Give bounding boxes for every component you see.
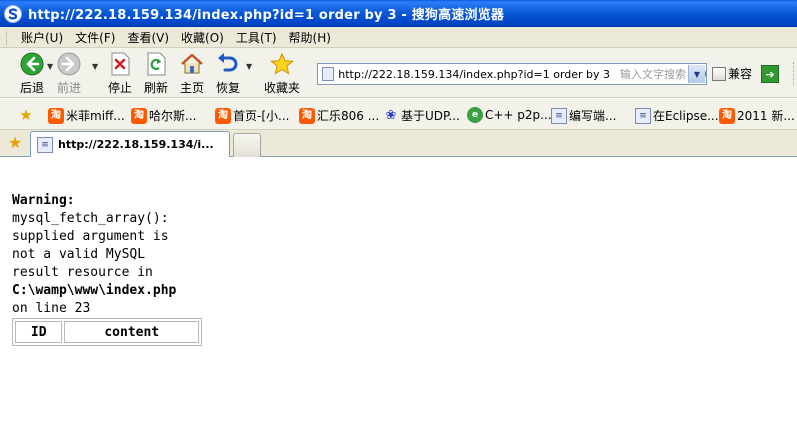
bookmark-item[interactable]: ≡ 在Eclipse... [635,107,719,124]
menu-account[interactable]: 账户(U) [15,29,69,46]
bookmark-item[interactable]: ≡ 编写端... [551,107,616,124]
page-content: Warning: mysql_fetch_array(): supplied a… [12,192,176,318]
toolbar-grip [793,62,795,86]
compat-icon [712,66,726,81]
home-button[interactable]: 主页 [180,52,204,96]
tab-title: http://222.18.159.134/i... [58,138,214,151]
address-url[interactable]: http://222.18.159.134/index.php?id=1 ord… [338,68,610,81]
table-header-id: ID [15,321,63,343]
stop-icon [108,52,132,76]
window-title: http://222.18.159.134/index.php?id=1 ord… [28,8,505,23]
back-dropdown-icon[interactable]: ▼ [47,62,53,71]
menu-favorites[interactable]: 收藏(O) [175,29,230,46]
restore-dropdown-icon[interactable]: ▼ [246,62,252,71]
page-icon: ≡ [37,136,53,153]
bookmark-item[interactable]: 淘汇乐806 ... [299,107,379,124]
back-arrow-icon [20,52,44,76]
warning-line: not a valid MySQL [12,247,146,262]
taobao-icon: 淘 [719,107,735,124]
bookmark-item[interactable]: ❀ 基于UDP... [383,107,460,124]
sogou-browser-icon [4,4,22,23]
taobao-icon: 淘 [299,107,315,124]
tab-bar: ★ ≡ http://222.18.159.134/i... [0,130,797,157]
warning-line: supplied argument is [12,229,169,244]
page-icon: ≡ [635,107,651,124]
warning-path: C:\wamp\www\index.php [12,283,177,298]
tab-active[interactable]: ≡ http://222.18.159.134/i... [30,131,230,157]
stop-button[interactable]: 停止 [108,52,132,96]
page-icon: ≡ [551,107,567,124]
baidu-paw-icon: ❀ [385,108,397,123]
home-icon [180,52,204,76]
add-bookmark-button[interactable]: ★ [18,106,36,124]
star-icon [270,52,294,76]
add-star-icon: ★ [19,106,33,124]
menu-view[interactable]: 查看(V) [121,29,175,46]
menu-grip [6,29,9,45]
bookmark-item[interactable]: e C++ p2p... [467,107,552,123]
taobao-icon: 淘 [48,107,64,124]
restore-button[interactable]: 恢复 [216,52,240,96]
title-bar: http://222.18.159.134/index.php?id=1 ord… [0,0,797,27]
table-header-content: content [64,321,199,343]
warning-line: mysql_fetch_array(): [12,211,169,226]
menu-help[interactable]: 帮助(H) [283,29,337,46]
page-icon [322,67,335,81]
bookmark-item[interactable]: 淘首页-[小... [215,107,289,124]
menu-bar: 账户(U) 文件(F) 查看(V) 收藏(O) 工具(T) 帮助(H) [0,27,797,48]
warning-line: result resource in [12,265,153,280]
green-circle-icon: e [467,107,483,123]
refresh-icon [144,52,168,76]
go-arrow-icon[interactable]: ➔ [761,65,779,83]
refresh-button[interactable]: 刷新 [144,52,168,96]
bookmarks-bar: ★ 淘米菲miff... 淘哈尔斯... 淘首页-[小... 淘汇乐806 ..… [0,99,797,130]
menu-file[interactable]: 文件(F) [69,29,121,46]
taobao-icon: 淘 [215,107,231,124]
new-tab-button[interactable] [233,133,261,157]
favorites-button[interactable]: 收藏夹 [264,52,300,96]
favorites-star-icon[interactable]: ★ [8,133,22,152]
forward-arrow-icon [57,52,81,76]
address-dropdown-icon[interactable]: ▼ [688,65,705,83]
taobao-icon: 淘 [131,107,147,124]
bookmark-item[interactable]: 淘 2011 新... [719,107,795,124]
forward-dropdown-icon[interactable]: ▼ [92,62,98,71]
compat-mode-button[interactable]: 兼容 [712,65,752,82]
forward-button[interactable]: 前进 [57,52,81,96]
menu-tools[interactable]: 工具(T) [230,29,283,46]
bookmark-item[interactable]: 淘哈尔斯... [131,107,196,124]
search-input[interactable]: 输入文字搜索 [620,66,686,82]
undo-arrow-icon [216,52,240,76]
warning-label: Warning: [12,193,75,208]
back-button[interactable]: 后退 [20,52,44,96]
content-table: ID content [12,318,202,346]
bookmark-item[interactable]: 淘米菲miff... [48,107,125,124]
address-bar[interactable]: http://222.18.159.134/index.php?id=1 ord… [317,63,707,85]
warning-line: on line 23 [12,301,91,316]
